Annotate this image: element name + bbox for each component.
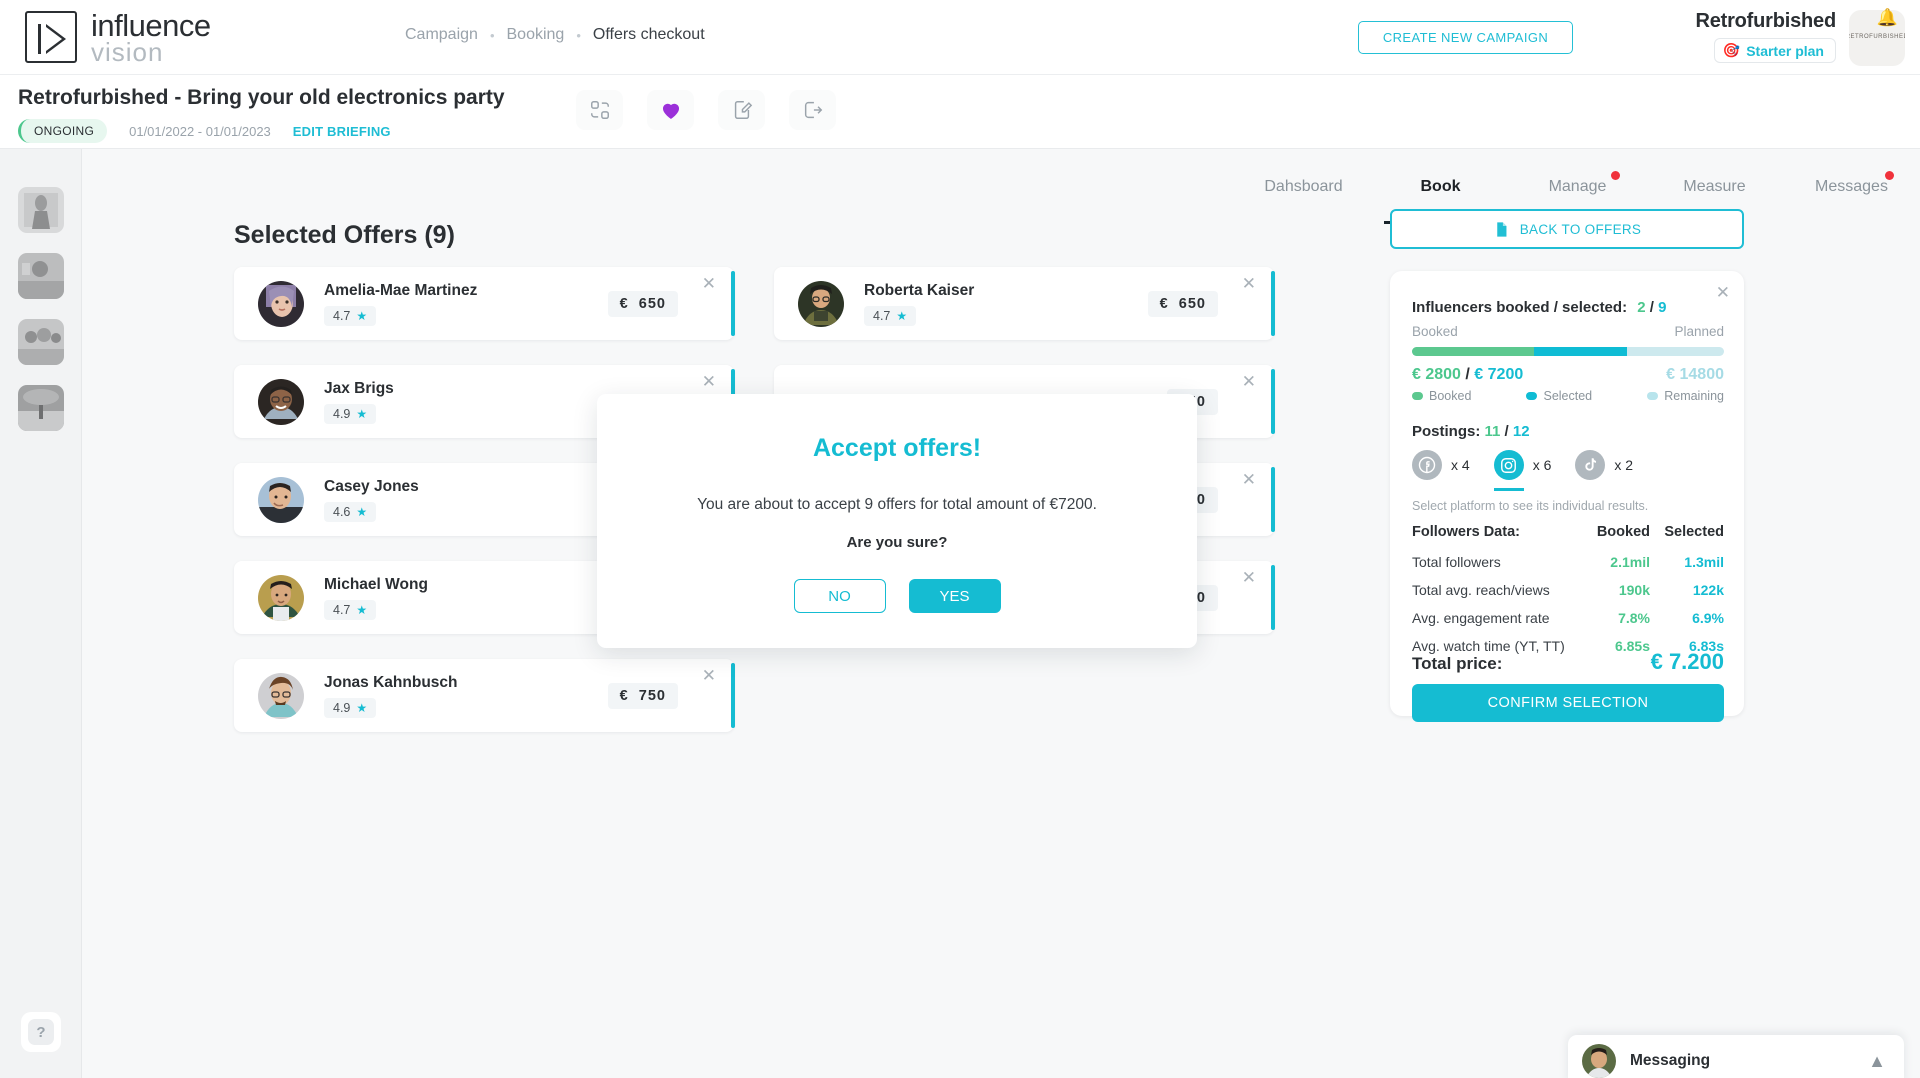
messaging-avatar [1582, 1044, 1616, 1078]
messaging-title: Messaging [1630, 1052, 1710, 1070]
modal-yes-button[interactable]: YES [909, 579, 1001, 613]
chevron-up-icon[interactable]: ▲ [1868, 1051, 1886, 1072]
modal-title: Accept offers! [597, 434, 1197, 463]
modal-actions: NO YES [597, 579, 1197, 613]
modal-confirm-question: Are you sure? [597, 534, 1197, 551]
modal-no-button[interactable]: NO [794, 579, 886, 613]
messaging-avatar-image [1582, 1044, 1616, 1078]
modal-body-text: You are about to accept 9 offers for tot… [597, 496, 1197, 514]
messaging-widget[interactable]: Messaging ▲ [1568, 1035, 1904, 1078]
accept-offers-modal: Accept offers! You are about to accept 9… [597, 394, 1197, 648]
app-root: influence vision Campaign • Booking • Of… [0, 0, 1920, 1078]
modal-overlay: Accept offers! You are about to accept 9… [0, 0, 1920, 1078]
